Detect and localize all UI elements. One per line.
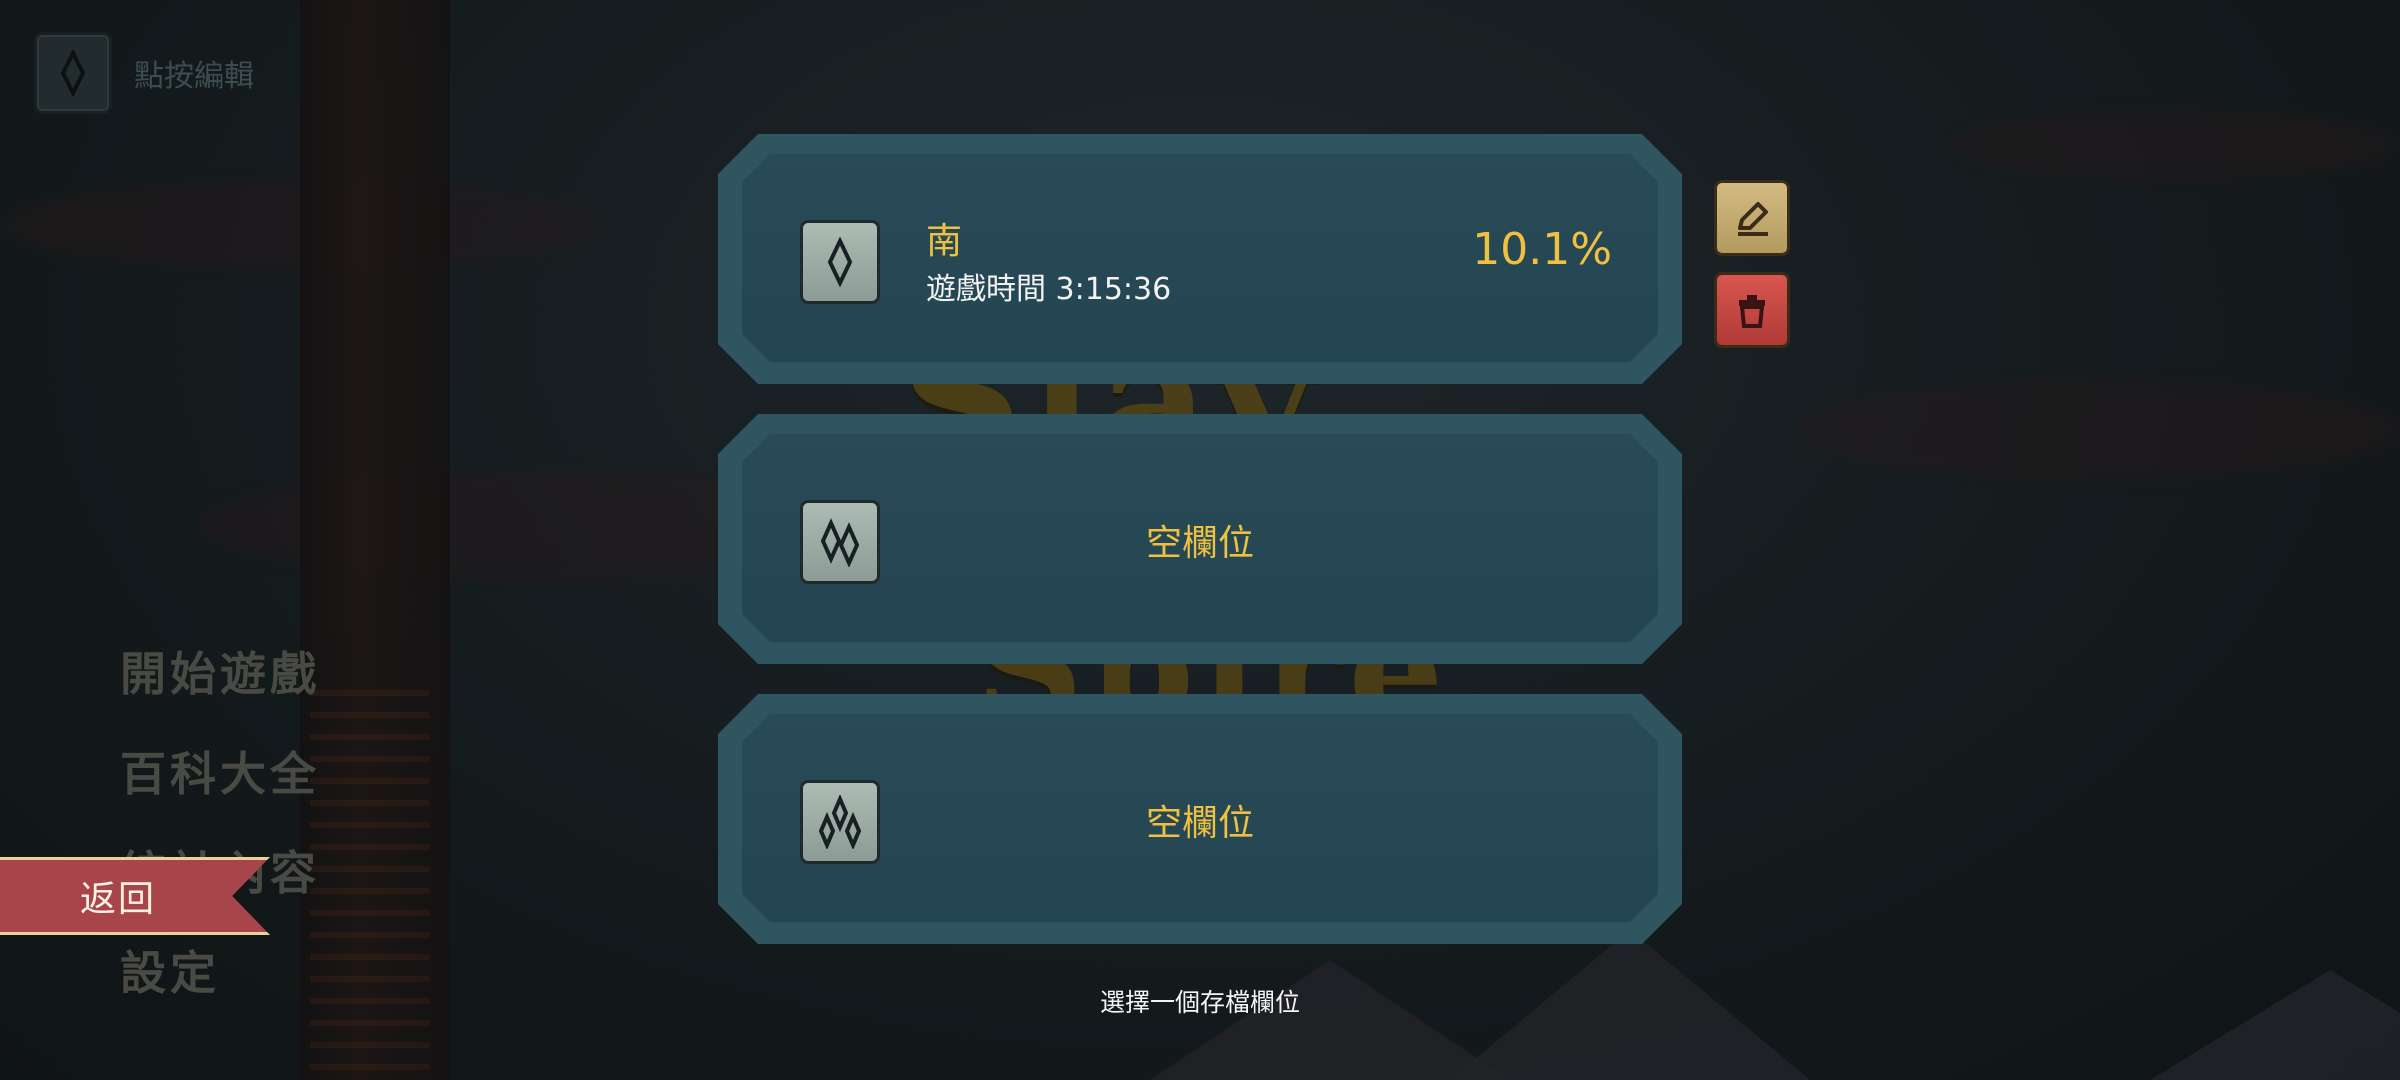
profile-edit[interactable]: 點按編輯 (34, 32, 254, 114)
edit-label[interactable]: 點按編輯 (134, 51, 254, 95)
save-slot-2[interactable]: 空欄位 (718, 414, 1682, 664)
pencil-icon (1738, 202, 1768, 236)
menu-start-game[interactable]: 開始遊戲 (120, 638, 320, 704)
slot-1-name: 南 (926, 221, 963, 262)
save-slot-3[interactable]: 空欄位 (718, 694, 1682, 944)
slot-2-empty-label: 空欄位 (1145, 523, 1254, 564)
slot-1-play-time: 遊戲時間 3:15:36 (926, 272, 1172, 307)
trash-icon (1739, 295, 1765, 328)
slot-1-completion: 10.1% (1472, 224, 1612, 275)
back-label: 返回 (80, 879, 157, 920)
rename-button[interactable] (1714, 180, 1790, 256)
menu-compendium[interactable]: 百科大全 (120, 738, 320, 804)
save-slot-1[interactable]: 南 遊戲時間 3:15:36 10.1% (718, 134, 1682, 384)
slot-1-rune-icon (800, 220, 880, 304)
slot-3-empty-label: 空欄位 (1145, 803, 1254, 844)
select-slot-hint: 選擇一個存檔欄位 (1099, 988, 1300, 1017)
delete-button[interactable] (1714, 272, 1790, 348)
profile-rune-icon[interactable] (34, 32, 112, 114)
back-button[interactable]: 返回 (0, 857, 270, 935)
